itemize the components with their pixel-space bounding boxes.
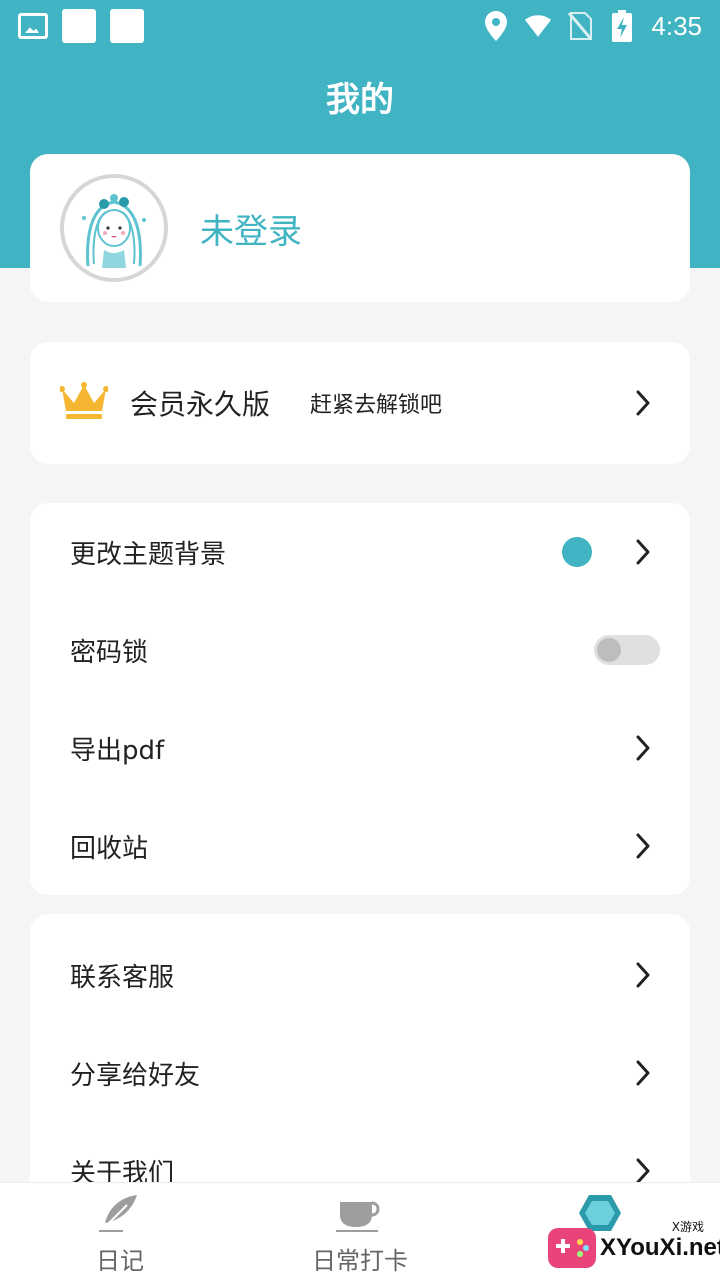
crown-icon bbox=[59, 381, 109, 425]
row-label: 更改主题背景 bbox=[70, 539, 227, 570]
more-card: 联系客服 分享给好友 关于我们 bbox=[30, 914, 690, 1214]
nav-daily-checkin[interactable]: 日常打卡 bbox=[240, 1183, 480, 1280]
vip-title: 会员永久版 bbox=[130, 388, 271, 421]
chevron-right-icon bbox=[630, 539, 656, 565]
change-theme-row[interactable]: 更改主题背景 bbox=[30, 503, 690, 601]
row-label: 密码锁 bbox=[70, 637, 149, 668]
chevron-right-icon bbox=[630, 1060, 656, 1086]
password-lock-toggle[interactable] bbox=[594, 635, 660, 665]
chevron-right-icon bbox=[630, 833, 656, 859]
vip-card[interactable]: 会员永久版 赶紧去解锁吧 bbox=[30, 342, 690, 464]
cup-icon bbox=[335, 1191, 385, 1235]
watermark-text: XYouXi.net bbox=[600, 1234, 720, 1261]
watermark-small-text: X游戏 bbox=[671, 1220, 704, 1234]
feather-icon bbox=[95, 1191, 145, 1235]
gamepad-icon bbox=[548, 1228, 596, 1268]
wifi-icon bbox=[525, 11, 552, 41]
nav-diary[interactable]: 日记 bbox=[0, 1183, 240, 1280]
contact-support-row[interactable]: 联系客服 bbox=[30, 926, 690, 1024]
watermark: XYouXi.net X游戏 bbox=[548, 1220, 720, 1274]
theme-color-swatch bbox=[562, 537, 592, 567]
profile-card[interactable]: 未登录 bbox=[30, 154, 690, 302]
login-status-text[interactable]: 未登录 bbox=[200, 204, 302, 253]
status-time: 4:35 bbox=[651, 10, 702, 41]
recycle-bin-row[interactable]: 回收站 bbox=[30, 797, 690, 895]
password-lock-row: 密码锁 bbox=[30, 601, 690, 699]
location-icon bbox=[483, 11, 509, 41]
share-friends-row[interactable]: 分享给好友 bbox=[30, 1024, 690, 1122]
vip-subtitle: 赶紧去解锁吧 bbox=[310, 393, 443, 418]
row-label: 分享给好友 bbox=[70, 1060, 201, 1091]
row-label: 回收站 bbox=[70, 833, 149, 864]
chevron-right-icon bbox=[630, 1158, 656, 1184]
nav-label: 日记 bbox=[96, 1247, 144, 1275]
chevron-right-icon bbox=[630, 962, 656, 988]
row-label: 联系客服 bbox=[70, 962, 175, 993]
image-notification-icon bbox=[18, 13, 48, 39]
chevron-right-icon bbox=[630, 735, 656, 761]
notification-icon bbox=[62, 9, 96, 43]
notification-icon bbox=[110, 9, 144, 43]
toggle-knob bbox=[597, 638, 621, 662]
avatar[interactable] bbox=[60, 174, 168, 282]
no-signal-icon bbox=[567, 11, 593, 41]
status-bar: 4:35 bbox=[0, 0, 720, 52]
row-label: 导出pdf bbox=[70, 735, 165, 766]
page-title: 我的 bbox=[326, 80, 394, 120]
nav-label: 日常打卡 bbox=[312, 1247, 408, 1275]
export-pdf-row[interactable]: 导出pdf bbox=[30, 699, 690, 797]
settings-card: 更改主题背景 密码锁 导出pdf 回收站 bbox=[30, 503, 690, 895]
battery-charging-icon bbox=[609, 10, 635, 42]
chevron-right-icon bbox=[630, 390, 656, 416]
